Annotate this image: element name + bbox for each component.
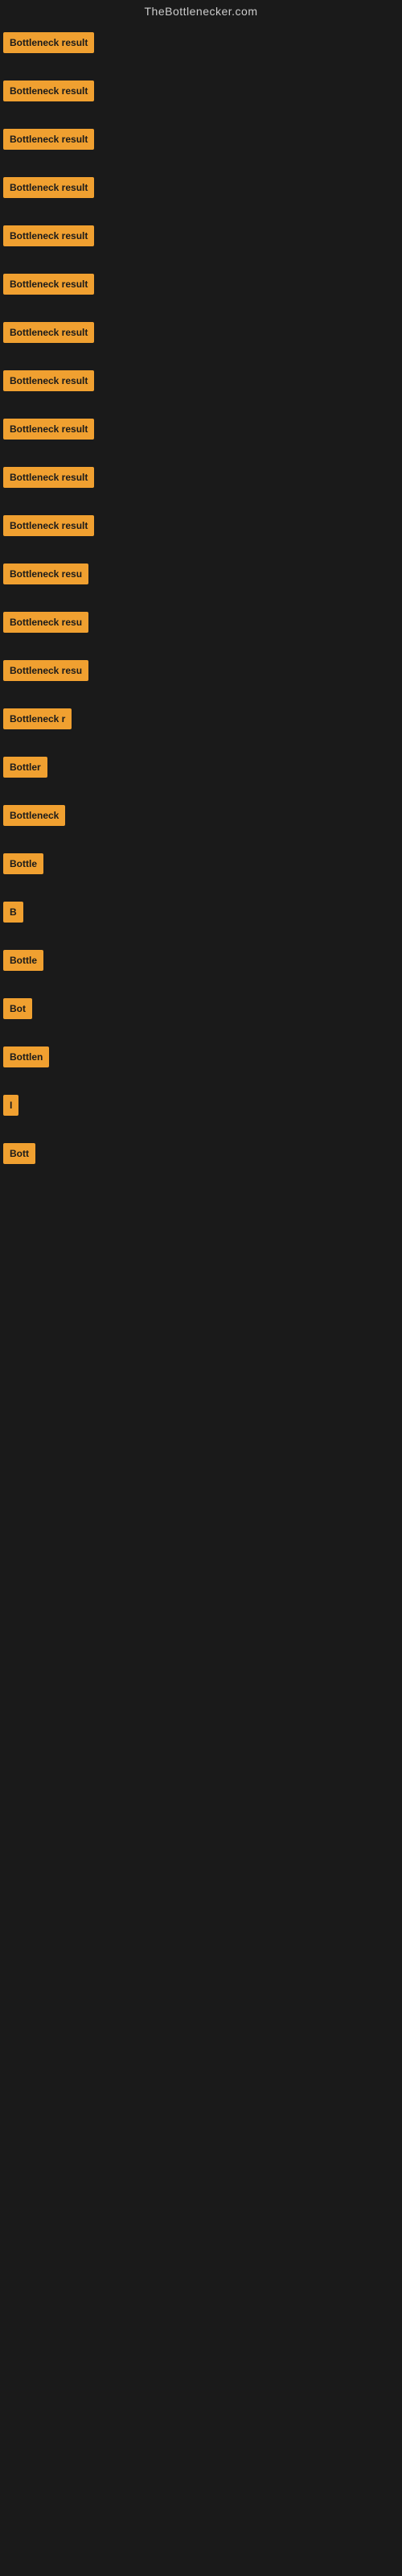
bottleneck-badge[interactable]: Bottleneck result — [3, 32, 94, 53]
bottleneck-badge[interactable]: B — [3, 902, 23, 923]
list-item: Bottleneck result — [0, 267, 402, 301]
bottleneck-badge[interactable]: Bottleneck result — [3, 225, 94, 246]
list-item: Bottle — [0, 847, 402, 881]
list-item: Bottleneck result — [0, 364, 402, 398]
list-item: Bottleneck — [0, 799, 402, 832]
list-item: Bottleneck result — [0, 26, 402, 60]
bottleneck-badge[interactable]: Bott — [3, 1143, 35, 1164]
list-item: Bottle — [0, 943, 402, 977]
list-item: Bottleneck result — [0, 122, 402, 156]
list-item: Bottleneck result — [0, 460, 402, 494]
site-title: TheBottlenecker.com — [0, 0, 402, 23]
list-item: Bottlen — [0, 1040, 402, 1074]
list-item: Bottleneck result — [0, 219, 402, 253]
bottleneck-badge[interactable]: Bottle — [3, 950, 43, 971]
list-item: Bottleneck resu — [0, 654, 402, 687]
bottleneck-badge[interactable]: Bottleneck resu — [3, 612, 88, 633]
bottleneck-badge[interactable]: Bottleneck result — [3, 370, 94, 391]
bottleneck-badge[interactable]: Bottleneck resu — [3, 660, 88, 681]
bottleneck-badge[interactable]: Bottleneck result — [3, 129, 94, 150]
list-item: Bottler — [0, 750, 402, 784]
bottleneck-badge[interactable]: Bottleneck r — [3, 708, 72, 729]
list-item: Bottleneck result — [0, 509, 402, 543]
bottleneck-badge[interactable]: Bottleneck result — [3, 515, 94, 536]
list-item: Bott — [0, 1137, 402, 1170]
bottleneck-badge[interactable]: Bottleneck result — [3, 419, 94, 440]
bottleneck-badge[interactable]: Bottleneck result — [3, 274, 94, 295]
list-item: I — [0, 1088, 402, 1122]
bottleneck-badge[interactable]: Bottleneck resu — [3, 564, 88, 584]
list-item: Bottleneck result — [0, 316, 402, 349]
bottleneck-badge[interactable]: Bottleneck result — [3, 80, 94, 101]
list-item: Bottleneck result — [0, 74, 402, 108]
bottleneck-badge[interactable]: Bottlen — [3, 1046, 49, 1067]
items-container: Bottleneck result Bottleneck result Bottle… — [0, 23, 402, 1170]
list-item: Bottleneck resu — [0, 557, 402, 591]
bottleneck-badge[interactable]: Bottleneck result — [3, 467, 94, 488]
list-item: B — [0, 895, 402, 929]
bottleneck-badge[interactable]: Bottle — [3, 853, 43, 874]
list-item: Bottleneck resu — [0, 605, 402, 639]
list-item: Bottleneck result — [0, 171, 402, 204]
bottleneck-badge[interactable]: Bottleneck — [3, 805, 65, 826]
list-item: Bot — [0, 992, 402, 1026]
bottleneck-badge[interactable]: I — [3, 1095, 18, 1116]
bottleneck-badge[interactable]: Bottleneck result — [3, 322, 94, 343]
list-item: Bottleneck r — [0, 702, 402, 736]
bottleneck-badge[interactable]: Bottleneck result — [3, 177, 94, 198]
bottleneck-badge[interactable]: Bottler — [3, 757, 47, 778]
list-item: Bottleneck result — [0, 412, 402, 446]
bottleneck-badge[interactable]: Bot — [3, 998, 32, 1019]
